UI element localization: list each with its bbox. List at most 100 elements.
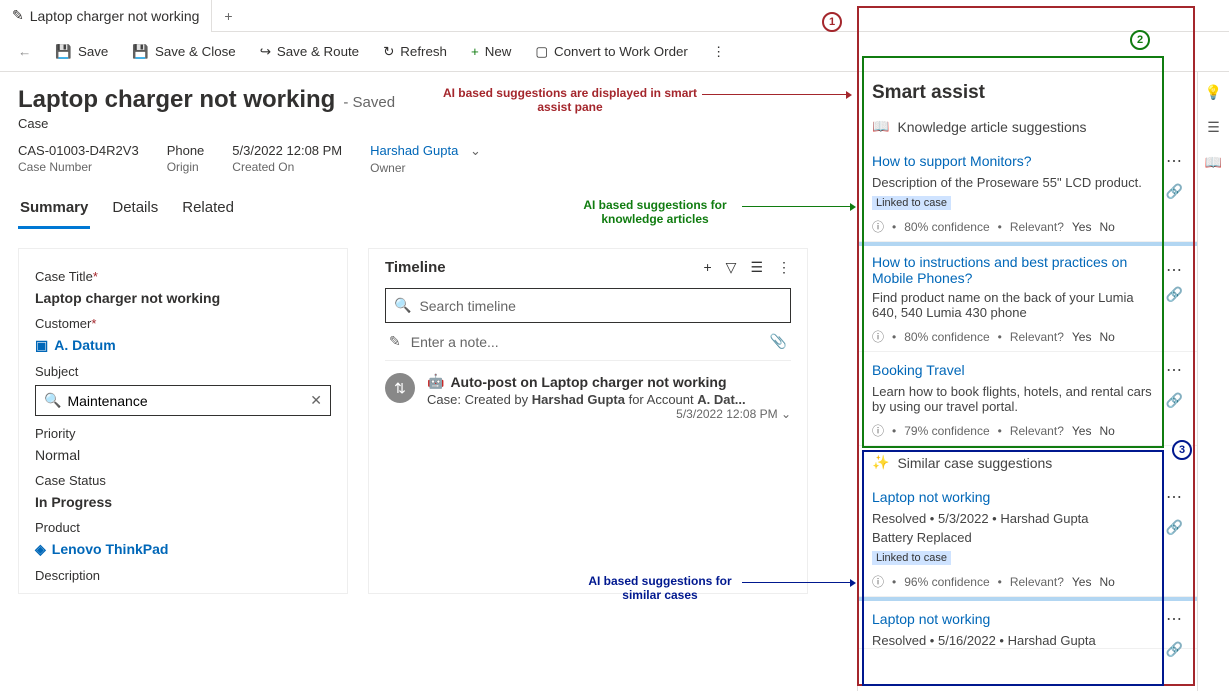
overflow-button[interactable]: ⋮ <box>702 38 735 66</box>
status-field[interactable]: In Progress <box>35 494 331 510</box>
owner-label: Owner <box>370 161 481 175</box>
save-icon: 💾 <box>55 44 72 60</box>
filter-icon[interactable]: ▽ <box>726 259 737 276</box>
similar-cases-header: ✨ Similar case suggestions <box>858 446 1197 479</box>
sort-icon[interactable]: ☰ <box>750 259 763 276</box>
relevant-no[interactable]: No <box>1099 575 1114 589</box>
knowledge-article-suggestion[interactable]: How to instructions and best practices o… <box>858 246 1197 352</box>
relevant-yes[interactable]: Yes <box>1072 575 1092 589</box>
relevant-yes[interactable]: Yes <box>1072 424 1092 438</box>
timeline-search-placeholder: Search timeline <box>419 298 516 314</box>
convert-icon: ▢ <box>535 44 548 60</box>
autopost-icon: ⇅ <box>385 373 415 403</box>
route-icon: ↪ <box>260 44 271 60</box>
tab-summary[interactable]: Summary <box>18 193 90 229</box>
link-action-icon[interactable]: 🔗 <box>1166 641 1183 658</box>
new-button[interactable]: +New <box>461 38 521 65</box>
list-icon[interactable]: ☰ <box>1207 119 1220 136</box>
timeline-search[interactable]: 🔍 Search timeline <box>385 288 791 323</box>
lightbulb-icon[interactable]: 💡 <box>1205 84 1222 101</box>
customer-lookup[interactable]: ▣A. Datum <box>35 337 331 354</box>
relevant-no[interactable]: No <box>1099 330 1114 344</box>
smart-assist-pane: Smart assist 📖 Knowledge article suggest… <box>857 72 1197 691</box>
save-route-button[interactable]: ↪Save & Route <box>250 38 369 66</box>
link-action-icon[interactable]: 🔗 <box>1166 519 1183 536</box>
relevant-yes[interactable]: Yes <box>1072 220 1092 234</box>
suggestion-overflow[interactable]: ⋯ <box>1166 487 1183 507</box>
owner-link[interactable]: Harshad Gupta <box>370 143 458 158</box>
relevant-no[interactable]: No <box>1099 424 1114 438</box>
similar-case-suggestion[interactable]: Laptop not working⋯ Resolved • 5/16/2022… <box>858 601 1197 649</box>
suggestion-overflow[interactable]: ⋯ <box>1166 151 1183 171</box>
relevant-no[interactable]: No <box>1099 220 1114 234</box>
note-input[interactable]: ✎ Enter a note... 📎 <box>385 323 791 361</box>
product-icon: ◈ <box>35 541 46 557</box>
pencil-icon: ✎ <box>12 7 24 24</box>
product-label: Product <box>35 520 331 535</box>
browser-tab[interactable]: ✎ Laptop charger not working <box>0 0 212 32</box>
tab-details[interactable]: Details <box>110 193 160 229</box>
annotation-marker-2: 2 <box>1130 30 1150 50</box>
priority-field[interactable]: Normal <box>35 447 331 463</box>
subject-label: Subject <box>35 364 331 379</box>
pencil-icon: ✎ <box>389 333 401 350</box>
new-tab-button[interactable]: + <box>212 8 244 24</box>
status-label: Case Status <box>35 473 331 488</box>
knowledge-article-suggestion[interactable]: How to support Monitors?⋯ Description of… <box>858 143 1197 242</box>
saved-indicator: - Saved <box>343 94 395 111</box>
chevron-down-icon[interactable]: ⌄ <box>781 407 791 421</box>
attach-icon[interactable]: 📎 <box>770 333 787 350</box>
annotation-text-3: AI based suggestions for similar cases <box>580 574 740 602</box>
annotation-arrow-3 <box>742 582 854 583</box>
info-icon[interactable]: ⓘ <box>872 573 884 590</box>
refresh-icon: ↻ <box>383 44 394 60</box>
suggestion-overflow[interactable]: ⋯ <box>1166 609 1183 629</box>
suggestion-overflow[interactable]: ⋯ <box>1166 360 1183 380</box>
timeline-item-title[interactable]: Auto-post on Laptop charger not working <box>450 374 726 390</box>
save-close-button[interactable]: 💾Save & Close <box>122 38 245 66</box>
book-icon: 📖 <box>872 118 889 135</box>
timeline-overflow[interactable]: ⋮ <box>777 259 791 276</box>
info-icon[interactable]: ⓘ <box>872 328 884 345</box>
link-action-icon[interactable]: 🔗 <box>1166 392 1183 409</box>
add-timeline-icon[interactable]: + <box>703 259 711 276</box>
account-icon: ▣ <box>35 337 48 353</box>
subject-lookup[interactable]: 🔍 ✕ <box>35 385 331 416</box>
save-button[interactable]: 💾Save <box>45 38 118 66</box>
book-icon[interactable]: 📖 <box>1205 154 1222 171</box>
back-button[interactable]: ← <box>8 38 41 65</box>
bot-icon: 🤖 <box>427 373 444 390</box>
knowledge-article-suggestion[interactable]: Booking Travel⋯ Learn how to book flight… <box>858 352 1197 446</box>
entity-label: Case <box>18 116 839 131</box>
annotation-arrow-1 <box>702 94 850 95</box>
linked-badge: Linked to case <box>872 196 951 210</box>
suggestion-overflow[interactable]: ⋯ <box>1166 260 1183 280</box>
case-number-label: Case Number <box>18 160 139 174</box>
tab-related[interactable]: Related <box>180 193 236 229</box>
relevant-yes[interactable]: Yes <box>1072 330 1092 344</box>
refresh-button[interactable]: ↻Refresh <box>373 38 457 66</box>
search-icon: 🔍 <box>44 392 61 409</box>
link-action-icon[interactable]: 🔗 <box>1166 286 1183 303</box>
created-label: Created On <box>232 160 342 174</box>
info-icon[interactable]: ⓘ <box>872 218 884 235</box>
similar-case-suggestion[interactable]: Laptop not working⋯ Resolved • 5/3/2022 … <box>858 479 1197 597</box>
subject-input[interactable] <box>67 393 310 409</box>
clear-icon[interactable]: ✕ <box>310 392 322 409</box>
case-number: CAS-01003-D4R2V3 <box>18 143 139 158</box>
convert-button[interactable]: ▢Convert to Work Order <box>525 38 697 66</box>
case-title-field[interactable]: Laptop charger not working <box>35 290 331 306</box>
annotation-text-2: AI based suggestions for knowledge artic… <box>570 198 740 226</box>
customer-label: Customer <box>35 316 91 331</box>
info-icon[interactable]: ⓘ <box>872 422 884 439</box>
chevron-down-icon[interactable]: ⌄ <box>470 143 481 158</box>
link-action-icon[interactable]: 🔗 <box>1166 183 1183 200</box>
priority-label: Priority <box>35 426 331 441</box>
origin-value: Phone <box>167 143 205 158</box>
timeline-item-date: 5/3/2022 12:08 PM <box>676 407 777 421</box>
annotation-marker-3: 3 <box>1172 440 1192 460</box>
note-placeholder: Enter a note... <box>411 334 499 350</box>
tab-title: Laptop charger not working <box>30 8 200 24</box>
description-label: Description <box>35 568 331 583</box>
product-lookup[interactable]: ◈Lenovo ThinkPad <box>35 541 331 558</box>
